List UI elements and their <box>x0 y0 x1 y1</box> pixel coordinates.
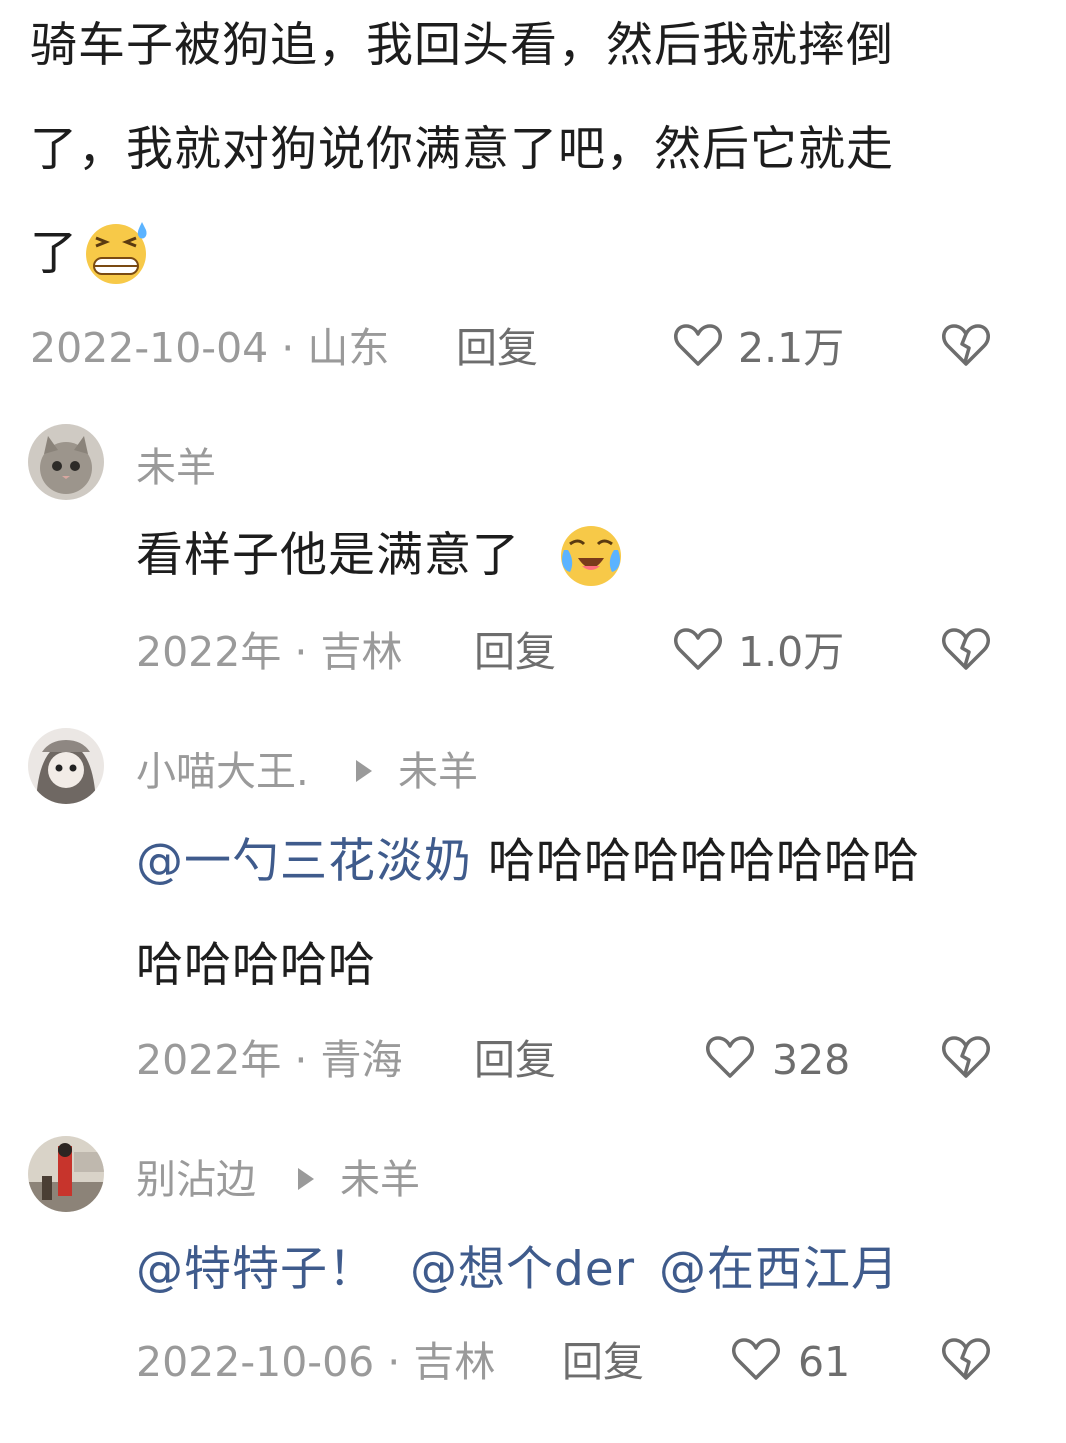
reply-arrow-icon <box>352 756 376 786</box>
mention-link[interactable]: @在西江月 <box>659 1242 899 1297</box>
avatar[interactable] <box>28 1136 104 1212</box>
mention-link[interactable]: @特特子！ <box>136 1242 376 1297</box>
reply-button[interactable]: 回复 <box>456 322 538 374</box>
heart-icon[interactable] <box>670 620 726 676</box>
reply-button[interactable]: 回复 <box>474 626 556 678</box>
broken-heart-icon[interactable] <box>938 316 994 372</box>
reply-text-line-1: @一勺三花淡奶 哈哈哈哈哈哈哈哈哈 <box>136 832 920 892</box>
like-count: 328 <box>772 1036 851 1084</box>
comment-text-line-2: 了，我就对狗说你满意了吧，然后它就走 <box>30 122 894 177</box>
crying-laughing-emoji <box>554 520 628 590</box>
avatar[interactable] <box>28 728 104 804</box>
reply-text-line-1: @特特子！ @想个der @在西江月 <box>136 1240 899 1300</box>
reply-text: 看样子他是满意了 <box>136 528 520 583</box>
username[interactable]: 未羊 <box>136 442 216 494</box>
like-count: 1.0万 <box>738 628 845 676</box>
reply-button[interactable]: 回复 <box>474 1034 556 1086</box>
like-count: 61 <box>798 1338 851 1386</box>
mention-link[interactable]: @一勺三花淡奶 <box>136 834 472 889</box>
username[interactable]: 别沾边 <box>136 1154 256 1206</box>
mention-link[interactable]: @想个der <box>410 1242 635 1297</box>
heart-icon[interactable] <box>728 1330 784 1386</box>
comment-text-line-3: 了 <box>30 226 78 281</box>
reply-text: 哈哈哈哈哈哈哈哈哈 <box>487 834 920 889</box>
grin-sweat-emoji <box>80 216 154 286</box>
reply-text-line-2: 哈哈哈哈哈 <box>136 938 376 993</box>
reply-meta: 2022年 · 青海 <box>136 1036 403 1084</box>
broken-heart-icon[interactable] <box>938 620 994 676</box>
broken-heart-icon[interactable] <box>938 1028 994 1084</box>
reply-arrow-icon <box>294 1164 318 1194</box>
broken-heart-icon[interactable] <box>938 1330 994 1386</box>
comment-text-line-1: 骑车子被狗追，我回头看，然后我就摔倒 <box>30 18 894 73</box>
heart-icon[interactable] <box>670 316 726 372</box>
like-count: 2.1万 <box>738 324 845 372</box>
reply-to-username[interactable]: 未羊 <box>398 746 478 798</box>
heart-icon[interactable] <box>702 1028 758 1084</box>
avatar[interactable] <box>28 424 104 500</box>
comment-meta: 2022-10-04 · 山东 <box>30 324 390 372</box>
reply-meta: 2022-10-06 · 吉林 <box>136 1338 496 1386</box>
reply-to-username[interactable]: 未羊 <box>340 1154 420 1206</box>
username[interactable]: 小喵大王. <box>136 746 309 798</box>
reply-meta: 2022年 · 吉林 <box>136 628 403 676</box>
reply-button[interactable]: 回复 <box>562 1336 644 1388</box>
